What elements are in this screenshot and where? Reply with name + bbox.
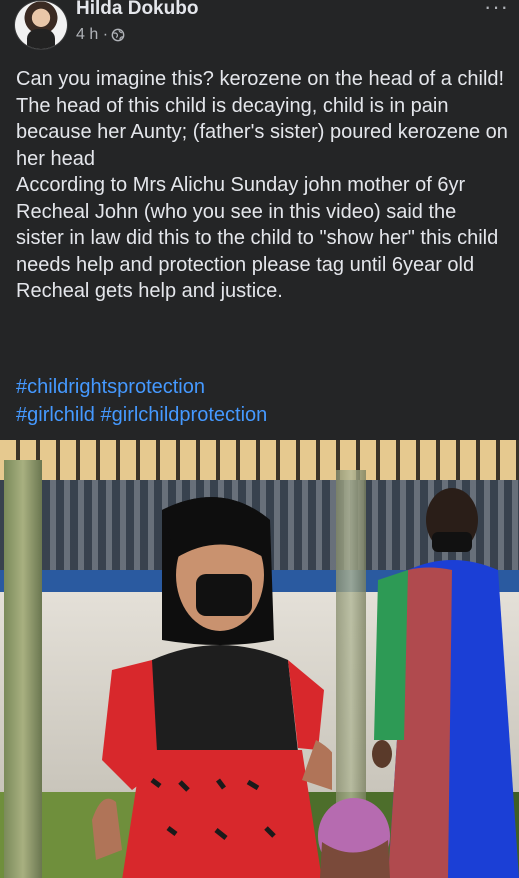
more-icon[interactable]: ··· (484, 0, 509, 18)
post-text: Can you imagine this? kerozene on the he… (16, 68, 508, 302)
hashtag-girlchild[interactable]: #girlchild (16, 404, 95, 426)
post-header: Hilda Dokubo 4 h · ··· (0, 0, 519, 56)
post-meta: 4 h · (76, 26, 125, 44)
avatar[interactable] (14, 0, 68, 50)
avatar-figure (27, 29, 55, 49)
globe-icon (111, 28, 125, 42)
video-palm-trunk (4, 460, 42, 878)
video-player[interactable] (0, 440, 519, 878)
hashtags: #childrightsprotection #girlchild #girlc… (16, 373, 508, 429)
author-name[interactable]: Hilda Dokubo (76, 0, 198, 20)
video-woman-red-dress (92, 497, 332, 878)
hashtag-girlchildprotection[interactable]: #girlchildprotection (101, 404, 268, 426)
hashtag-childrightsprotection[interactable]: #childrightsprotection (16, 376, 205, 398)
post-time[interactable]: 4 h · (76, 26, 108, 44)
video-child (318, 798, 390, 878)
video-palm-trunk (336, 470, 366, 830)
